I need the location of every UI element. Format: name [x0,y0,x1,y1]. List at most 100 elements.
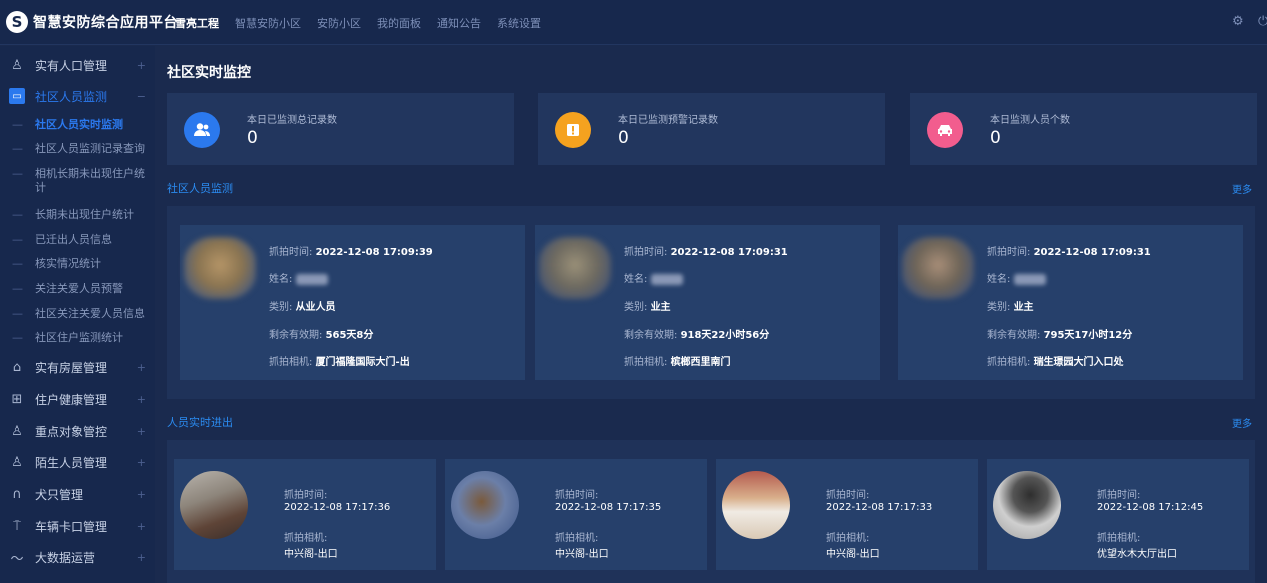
stat-label: 本日监测人员个数 [990,115,1070,126]
gear-icon[interactable]: ⚙ [1232,14,1246,29]
sidebar-item-population[interactable]: ♙ 实有人口管理 + [0,50,155,80]
monitor-card[interactable]: 抓拍时间: 2022-12-08 17:09:39 姓名: 类别: 从业人员 剩… [180,225,525,380]
capture-time-value: 2022-12-08 17:12:45 [1097,502,1204,513]
blurred-name [650,273,683,285]
stat-total-records: 本日已监测总记录数 0 [167,93,514,165]
nav-my-panel[interactable]: 我的面板 [377,15,421,31]
avatar [180,471,248,539]
dash-marker: — [12,307,23,320]
collapse-icon[interactable]: − [137,90,146,103]
expand-icon[interactable]: + [137,520,146,533]
sidebar-item-community-monitor[interactable]: ▭ 社区人员监测 − [0,81,155,111]
sidebar-item-label: 车辆卡口管理 [35,519,108,534]
medical-kit-icon: ⊞ [11,391,23,407]
subitem-moved-out[interactable]: — 已迁出人员信息 [0,233,155,247]
expand-icon[interactable]: + [137,361,146,374]
realtime-card[interactable]: 抓拍时间: 2022-12-08 17:12:45 抓拍相机: 优望水木大厅出口 [987,459,1249,570]
subitem-long-absent-stats[interactable]: — 长期未出现住户统计 [0,208,155,222]
capture-time-label: 抓拍时间: [284,490,328,501]
monitor-card[interactable]: 抓拍时间: 2022-12-08 17:09:31 姓名: 类别: 业主 剩余有… [898,225,1243,380]
sidebar: ♙ 实有人口管理 + ▭ 社区人员监测 − — 社区人员实时监测 — 社区人员监… [0,46,155,583]
subitem-care-info[interactable]: — 社区关注关爱人员信息 [0,307,155,321]
dog-icon: ∩ [12,486,22,502]
nav-smart-community[interactable]: 智慧安防小区 [235,15,301,31]
capture-time-row: 抓拍时间: 2022-12-08 17:09:39 [269,247,433,258]
type-row: 类别: 业主 [624,302,671,313]
expand-icon[interactable]: + [137,393,146,406]
avatar [722,471,790,539]
nav-security-community[interactable]: 安防小区 [317,15,361,31]
capture-time-value: 2022-12-08 17:17:33 [826,502,933,513]
avatar [993,471,1061,539]
subitem-realtime-monitor[interactable]: — 社区人员实时监测 [0,118,155,132]
monitor-card[interactable]: 抓拍时间: 2022-12-08 17:09:31 姓名: 类别: 业主 剩余有… [535,225,880,380]
expand-icon[interactable]: + [137,456,146,469]
sidebar-item-big-data[interactable]: 〜 大数据运营 + [0,542,155,572]
camera-label: 抓拍相机: [826,533,870,544]
stat-warning-records: 本日已监测预警记录数 0 [538,93,885,165]
warning-icon [555,112,591,148]
name-row: 姓名: [987,270,1046,285]
face-photo [184,237,256,299]
dash-marker: — [12,233,23,246]
top-nav: 雪亮工程 智慧安防小区 安防小区 我的面板 通知公告 系统设置 [175,15,557,31]
name-row: 姓名: [269,270,328,285]
expand-icon[interactable]: + [137,59,146,72]
power-icon[interactable]: ⏻ [1258,14,1267,29]
more-link-realtime[interactable]: 更多 [1232,415,1252,430]
dash-marker: — [12,167,23,180]
sidebar-item-strangers[interactable]: ♙ 陌生人员管理 + [0,447,155,477]
nav-notices[interactable]: 通知公告 [437,15,481,31]
camera-row: 抓拍相机: 厦门福隆国际大门-出 [269,357,410,368]
top-bar: S 智慧安防综合应用平台 雪亮工程 智慧安防小区 安防小区 我的面板 通知公告 … [0,0,1267,45]
app-title: 智慧安防综合应用平台 [33,15,178,31]
nav-xueliang[interactable]: 雪亮工程 [175,15,219,31]
person-question-icon: ♙ [11,454,23,470]
blurred-name [295,273,328,285]
sidebar-item-vehicle-gate[interactable]: ⍑ 车辆卡口管理 + [0,511,155,541]
validity-row: 剩余有效期: 918天22小时56分 [624,330,770,341]
capture-time-value: 2022-12-08 17:17:36 [284,502,391,513]
realtime-card[interactable]: 抓拍时间: 2022-12-08 17:17:35 抓拍相机: 中兴阁-出口 [445,459,707,570]
subitem-care-alert[interactable]: — 关注关爱人员预警 [0,282,155,296]
blurred-name [1013,273,1046,285]
stat-value: 0 [618,128,629,148]
dash-marker: — [12,282,23,295]
capture-time-value: 2022-12-08 17:17:35 [555,502,662,513]
realtime-card[interactable]: 抓拍时间: 2022-12-08 17:17:36 抓拍相机: 中兴阁-出口 [174,459,436,570]
name-row: 姓名: [624,270,683,285]
camera-row: 抓拍相机: 瑞生璟园大门入口处 [987,357,1124,368]
logo[interactable]: S 智慧安防综合应用平台 [6,11,178,33]
stat-label: 本日已监测总记录数 [247,115,337,126]
subitem-verification-stats[interactable]: — 核实情况统计 [0,257,155,271]
section-title-monitor: 社区人员监测 [167,182,233,195]
expand-icon[interactable]: + [137,425,146,438]
camera-value: 中兴阁-出口 [555,549,609,560]
expand-icon[interactable]: + [137,488,146,501]
subitem-record-query[interactable]: — 社区人员监测记录查询 [0,142,155,156]
sidebar-item-dogs[interactable]: ∩ 犬只管理 + [0,479,155,509]
nav-system-settings[interactable]: 系统设置 [497,15,541,31]
sidebar-item-label: 实有房屋管理 [35,360,108,375]
sidebar-item-key-persons[interactable]: ♙ 重点对象管控 + [0,416,155,446]
capture-time-row: 抓拍时间: 2022-12-08 17:09:31 [987,247,1151,258]
camera-value: 中兴阁-出口 [284,549,338,560]
person-outline-icon: ♙ [11,57,23,73]
dash-marker: — [12,331,23,344]
dash-marker: — [12,257,23,270]
sidebar-item-health[interactable]: ⊞ 住户健康管理 + [0,384,155,414]
stat-label: 本日已监测预警记录数 [618,115,718,126]
camera-row: 抓拍相机: 槟榔西里南门 [624,357,731,368]
more-link-monitor[interactable]: 更多 [1232,181,1252,196]
realtime-card[interactable]: 抓拍时间: 2022-12-08 17:17:33 抓拍相机: 中兴阁-出口 [716,459,978,570]
validity-row: 剩余有效期: 795天17小时12分 [987,330,1133,341]
subitem-camera-absent-stats[interactable]: — 相机长期未出现住户统计 [0,167,155,195]
camera-label: 抓拍相机: [1097,533,1141,544]
expand-icon[interactable]: + [137,551,146,564]
sidebar-item-label: 重点对象管控 [35,424,108,439]
trend-icon: 〜 [10,551,24,567]
page-title: 社区实时监控 [167,65,251,81]
subitem-resident-stats[interactable]: — 社区住户监测统计 [0,331,155,345]
sidebar-item-housing[interactable]: ⌂ 实有房屋管理 + [0,352,155,382]
logo-mark: S [6,11,28,33]
